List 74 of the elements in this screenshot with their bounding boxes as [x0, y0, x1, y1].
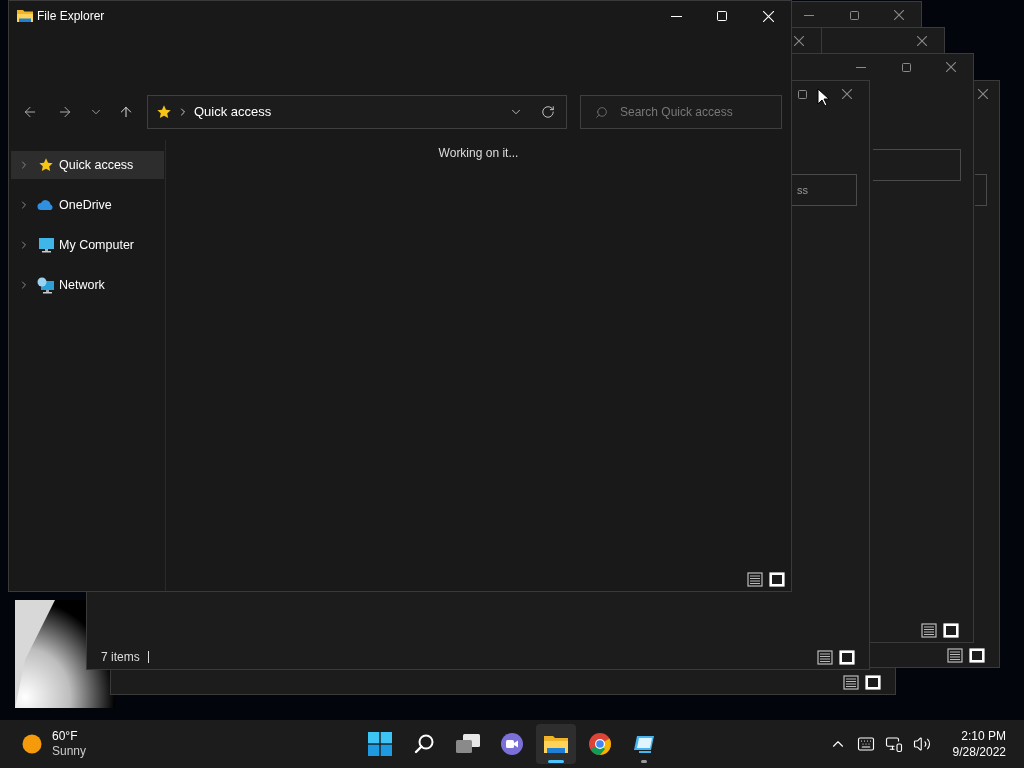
minimize-icon	[670, 15, 682, 17]
tiles-view-icon[interactable]	[865, 674, 881, 690]
search-field[interactable]: Search Quick access	[580, 95, 782, 129]
details-view-icon[interactable]	[817, 649, 833, 665]
clock-date: 9/28/2022	[952, 744, 1006, 760]
sidebar-item-label: OneDrive	[59, 196, 112, 214]
star-icon	[156, 104, 172, 120]
maximize-icon	[849, 10, 859, 20]
network-computer-icon	[37, 276, 55, 294]
up-icon[interactable]	[118, 104, 134, 120]
tiles-view-icon[interactable]	[839, 649, 855, 665]
sidebar-item[interactable]: Quick access	[11, 151, 164, 179]
text-cursor	[147, 651, 149, 663]
sidebar-item[interactable]: My Computer	[11, 231, 164, 259]
search-icon	[413, 733, 435, 755]
volume-icon[interactable]	[912, 735, 931, 753]
maximize-icon	[717, 11, 727, 21]
weather-condition: Sunny	[52, 744, 87, 759]
details-view-icon[interactable]	[843, 674, 859, 690]
search-field[interactable]: ss	[792, 174, 857, 206]
address-text: Quick access	[194, 103, 272, 122]
search-field[interactable]	[975, 174, 987, 206]
video-chat-icon	[500, 732, 524, 756]
details-view-icon[interactable]	[947, 647, 963, 663]
clock-time: 2:10 PM	[961, 728, 1006, 744]
browser-icon	[588, 732, 612, 756]
close-icon	[917, 36, 927, 46]
sidebar-item[interactable]: OneDrive	[11, 191, 164, 219]
sidebar-item-label: Network	[59, 276, 105, 294]
sun-icon	[22, 734, 42, 754]
close-icon	[946, 62, 956, 72]
loading-message: Working on it...	[438, 145, 519, 162]
folder-icon	[543, 733, 569, 755]
minimize-icon	[856, 66, 866, 68]
monitor-icon	[37, 236, 55, 254]
network-icon[interactable]	[884, 735, 903, 753]
search-icon	[595, 105, 608, 119]
close-icon	[794, 36, 804, 46]
sidebar-item-label: Quick access	[59, 156, 134, 174]
sidebar-item-label: My Computer	[59, 236, 135, 254]
close-icon	[894, 10, 904, 20]
tiles-view-icon[interactable]	[769, 572, 785, 587]
address-bar[interactable]: Quick access	[147, 95, 567, 129]
star-icon	[38, 157, 54, 173]
details-view-icon[interactable]	[747, 572, 763, 587]
close-icon	[978, 89, 988, 99]
remote-desktop-icon	[633, 734, 655, 754]
maximize-icon	[797, 89, 807, 99]
tiles-view-icon[interactable]	[969, 647, 985, 663]
folder-icon	[17, 9, 33, 23]
close-icon	[762, 10, 774, 22]
refresh-icon[interactable]	[541, 105, 555, 119]
taskbar-app-button[interactable]	[536, 724, 576, 764]
window-title: File Explorer	[37, 8, 105, 25]
sidebar-item[interactable]: Network	[11, 271, 164, 299]
maximize-icon	[901, 62, 911, 72]
mouse-cursor-icon	[817, 88, 829, 107]
running-indicator	[641, 760, 647, 763]
minimize-icon	[804, 14, 814, 16]
status-text: 7 items	[101, 649, 140, 666]
forward-icon[interactable]	[57, 104, 73, 120]
running-indicator	[548, 760, 564, 763]
weather-widget[interactable]: 60°F Sunny	[22, 729, 87, 759]
details-view-icon[interactable]	[921, 622, 937, 638]
tiles-view-icon[interactable]	[943, 622, 959, 638]
close-icon	[842, 89, 852, 99]
temperature: 60°F	[52, 729, 79, 744]
windows-logo-icon	[368, 732, 392, 756]
search-field[interactable]	[873, 149, 961, 181]
search-placeholder: Search Quick access	[620, 104, 733, 121]
cloud-icon	[37, 199, 55, 211]
back-icon[interactable]	[22, 104, 38, 120]
keyboard-icon[interactable]	[856, 735, 875, 753]
task-view-icon	[455, 733, 481, 755]
